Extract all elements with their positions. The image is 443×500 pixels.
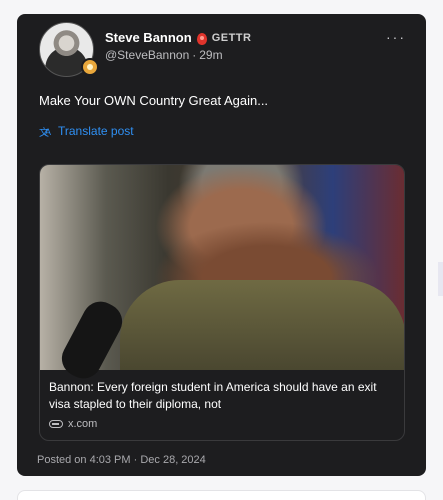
link-caption: Bannon: Every foreign student in America… <box>49 380 377 411</box>
author-name[interactable]: Steve Bannon <box>105 30 192 45</box>
translate-label: Translate post <box>58 124 134 138</box>
handle-row: @SteveBannon · 29m <box>105 48 223 62</box>
post-card: Steve Bannon GETTR @SteveBannon · 29m ··… <box>17 14 426 476</box>
author-row: Steve Bannon GETTR <box>105 30 251 45</box>
translate-post-link[interactable]: Translate post <box>39 124 134 139</box>
verified-flame-icon <box>196 32 207 45</box>
preview-jacket-shape <box>120 280 404 370</box>
post-text: Make Your OWN Country Great Again... <box>39 93 269 108</box>
avatar-badge-icon <box>81 58 99 76</box>
link-icon <box>49 420 63 428</box>
translate-icon <box>39 124 53 139</box>
preview-mic-shape <box>55 295 129 385</box>
preview-image <box>40 165 404 385</box>
link-domain-row: x.com <box>49 418 97 430</box>
brand-label: GETTR <box>211 31 252 44</box>
post-time: 29m <box>199 48 223 62</box>
author-handle[interactable]: @SteveBannon <box>105 48 189 62</box>
side-scroll-tab[interactable] <box>438 262 443 296</box>
next-card <box>17 490 426 500</box>
meta-separator: · <box>192 48 197 62</box>
link-domain: x.com <box>68 418 98 430</box>
link-preview-card[interactable]: Bannon: Every foreign student in America… <box>39 164 405 441</box>
more-options-button[interactable]: ··· <box>386 29 406 45</box>
posted-timestamp: Posted on 4:03 PM · Dec 28, 2024 <box>37 454 206 466</box>
